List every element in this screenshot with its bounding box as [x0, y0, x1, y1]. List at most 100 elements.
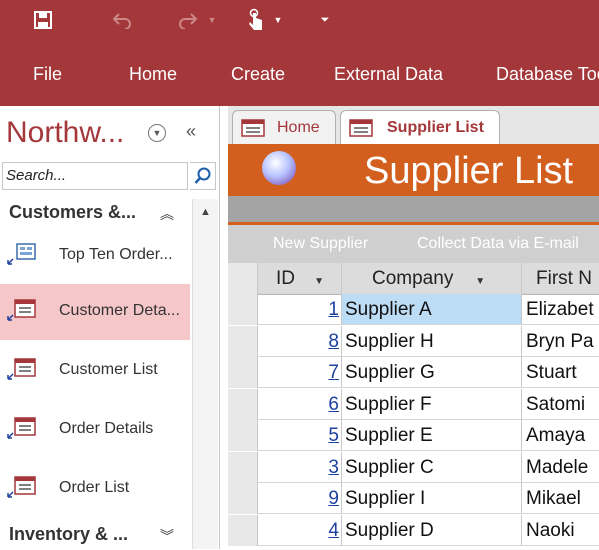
tab-home[interactable]: Home: [232, 110, 336, 144]
column-label: ID: [276, 268, 295, 289]
nav-item-top-ten-orders[interactable]: Top Ten Order...: [0, 228, 190, 284]
nav-scrollbar[interactable]: ▲: [192, 199, 218, 549]
cell-company[interactable]: Supplier I: [342, 483, 522, 514]
nav-group-label: Customers &...: [9, 202, 137, 222]
id-link[interactable]: 1: [328, 299, 339, 320]
menu-create[interactable]: Create: [231, 64, 285, 85]
cell-first-name[interactable]: Stuart: [522, 357, 599, 388]
nav-item-order-details[interactable]: Order Details: [0, 402, 190, 458]
cell-company[interactable]: Supplier C: [342, 451, 522, 483]
column-header-first-name[interactable]: First N: [522, 263, 599, 294]
report-icon: [7, 243, 36, 265]
row-selector[interactable]: [228, 483, 258, 514]
nav-item-customer-list[interactable]: Customer List: [0, 343, 190, 399]
sort-dropdown-icon[interactable]: ▼: [300, 276, 324, 287]
collect-data-email-link[interactable]: Collect Data via E-mail: [417, 235, 579, 253]
search-icon[interactable]: [190, 162, 216, 190]
search-input[interactable]: Search...: [2, 162, 188, 190]
row-selector[interactable]: [228, 451, 258, 483]
nav-pane-title[interactable]: Northw...: [6, 116, 124, 150]
id-link[interactable]: 4: [328, 520, 339, 541]
undo-icon[interactable]: [108, 6, 136, 34]
cell-first-name[interactable]: Madele: [522, 452, 599, 483]
menu-home[interactable]: Home: [129, 64, 177, 85]
cell-company[interactable]: Supplier G: [342, 357, 522, 388]
nav-group-customers[interactable]: Customers &... ︽: [0, 198, 190, 228]
collapse-nav-pane-icon[interactable]: «: [186, 121, 196, 142]
chevron-up-icon[interactable]: ︽: [160, 204, 174, 224]
touch-dropdown-icon[interactable]: ▼: [272, 6, 284, 34]
new-supplier-link[interactable]: New Supplier: [273, 235, 368, 253]
row-selector[interactable]: [228, 420, 258, 451]
nav-item-label: Top Ten Order...: [59, 246, 173, 263]
id-link[interactable]: 8: [328, 331, 339, 352]
cell-company[interactable]: Supplier E: [342, 420, 522, 451]
column-label: First N: [536, 268, 592, 289]
cell-company[interactable]: Supplier H: [342, 325, 522, 357]
id-link[interactable]: 3: [328, 457, 339, 478]
tab-label: Home: [277, 119, 320, 136]
form-actions: New Supplier Collect Data via E-mail: [228, 225, 599, 263]
cell-first-name[interactable]: Bryn Pa: [522, 326, 599, 357]
row-selector[interactable]: [228, 388, 258, 420]
column-header-company[interactable]: Company ▼: [342, 263, 522, 294]
redo-icon[interactable]: [174, 6, 202, 34]
id-link[interactable]: 6: [328, 394, 339, 415]
cell-company[interactable]: Supplier F: [342, 388, 522, 420]
id-link[interactable]: 5: [328, 425, 339, 446]
cell-company[interactable]: Supplier A: [342, 294, 522, 325]
customize-toolbar-icon[interactable]: ⏷: [318, 6, 332, 34]
table-row[interactable]: 7 Supplier G Stuart: [228, 357, 599, 388]
header-band: [228, 196, 599, 222]
row-selector[interactable]: [228, 357, 258, 388]
row-selector[interactable]: [228, 294, 258, 325]
cell-id[interactable]: 1: [258, 294, 342, 325]
form-header: Supplier List: [228, 144, 599, 196]
table-row[interactable]: 4 Supplier D Naoki: [228, 514, 599, 546]
cell-company[interactable]: Supplier D: [342, 514, 522, 546]
scroll-up-icon[interactable]: ▲: [193, 199, 218, 225]
cell-id[interactable]: 5: [258, 420, 342, 451]
table-row[interactable]: 3 Supplier C Madele: [228, 451, 599, 483]
cell-first-name[interactable]: Elizabet: [522, 294, 599, 325]
cell-id[interactable]: 7: [258, 357, 342, 388]
select-all-cell[interactable]: [228, 263, 258, 294]
cell-id[interactable]: 3: [258, 451, 342, 483]
nav-item-customer-details[interactable]: Customer Deta...: [0, 284, 190, 340]
cell-id[interactable]: 4: [258, 514, 342, 546]
cell-first-name[interactable]: Mikael: [522, 483, 599, 514]
table-row[interactable]: 6 Supplier F Satomi: [228, 388, 599, 420]
nav-item-label: Customer Deta...: [59, 302, 180, 319]
cell-id[interactable]: 8: [258, 325, 342, 357]
nav-item-label: Customer List: [59, 361, 158, 378]
tab-supplier-list[interactable]: Supplier List: [340, 110, 500, 145]
cell-id[interactable]: 6: [258, 388, 342, 420]
document-area: Home Supplier List Supplier List New Sup…: [228, 106, 599, 549]
cell-first-name[interactable]: Naoki: [522, 515, 599, 546]
nav-menu-dropdown-icon[interactable]: ▼: [148, 124, 166, 142]
redo-dropdown-icon[interactable]: ▼: [205, 6, 219, 34]
save-icon[interactable]: [30, 6, 56, 34]
menu-file[interactable]: File: [33, 64, 62, 85]
id-link[interactable]: 7: [328, 362, 339, 383]
row-selector[interactable]: [228, 514, 258, 546]
menu-database-tools[interactable]: Database Tools: [496, 64, 599, 85]
table-row[interactable]: 8 Supplier H Bryn Pa: [228, 325, 599, 357]
nav-group-inventory[interactable]: Inventory & ... ︾: [0, 520, 190, 550]
cell-first-name[interactable]: Satomi: [522, 389, 599, 420]
cell-id[interactable]: 9: [258, 483, 342, 514]
cell-first-name[interactable]: Amaya: [522, 420, 599, 451]
form-title: Supplier List: [364, 150, 574, 192]
menu-external-data[interactable]: External Data: [334, 64, 443, 85]
touch-mode-icon[interactable]: [242, 6, 270, 34]
table-row[interactable]: 1 Supplier A Elizabet: [228, 294, 599, 325]
row-selector[interactable]: [228, 325, 258, 357]
table-row[interactable]: 5 Supplier E Amaya: [228, 420, 599, 451]
table-row[interactable]: 9 Supplier I Mikael: [228, 483, 599, 514]
chevron-down-icon[interactable]: ︾: [160, 526, 174, 546]
nav-item-order-list[interactable]: Order List: [0, 461, 190, 517]
form-icon: [7, 358, 36, 380]
id-link[interactable]: 9: [328, 488, 339, 509]
column-header-id[interactable]: ID ▼: [258, 263, 342, 294]
sort-dropdown-icon[interactable]: ▼: [459, 276, 485, 287]
